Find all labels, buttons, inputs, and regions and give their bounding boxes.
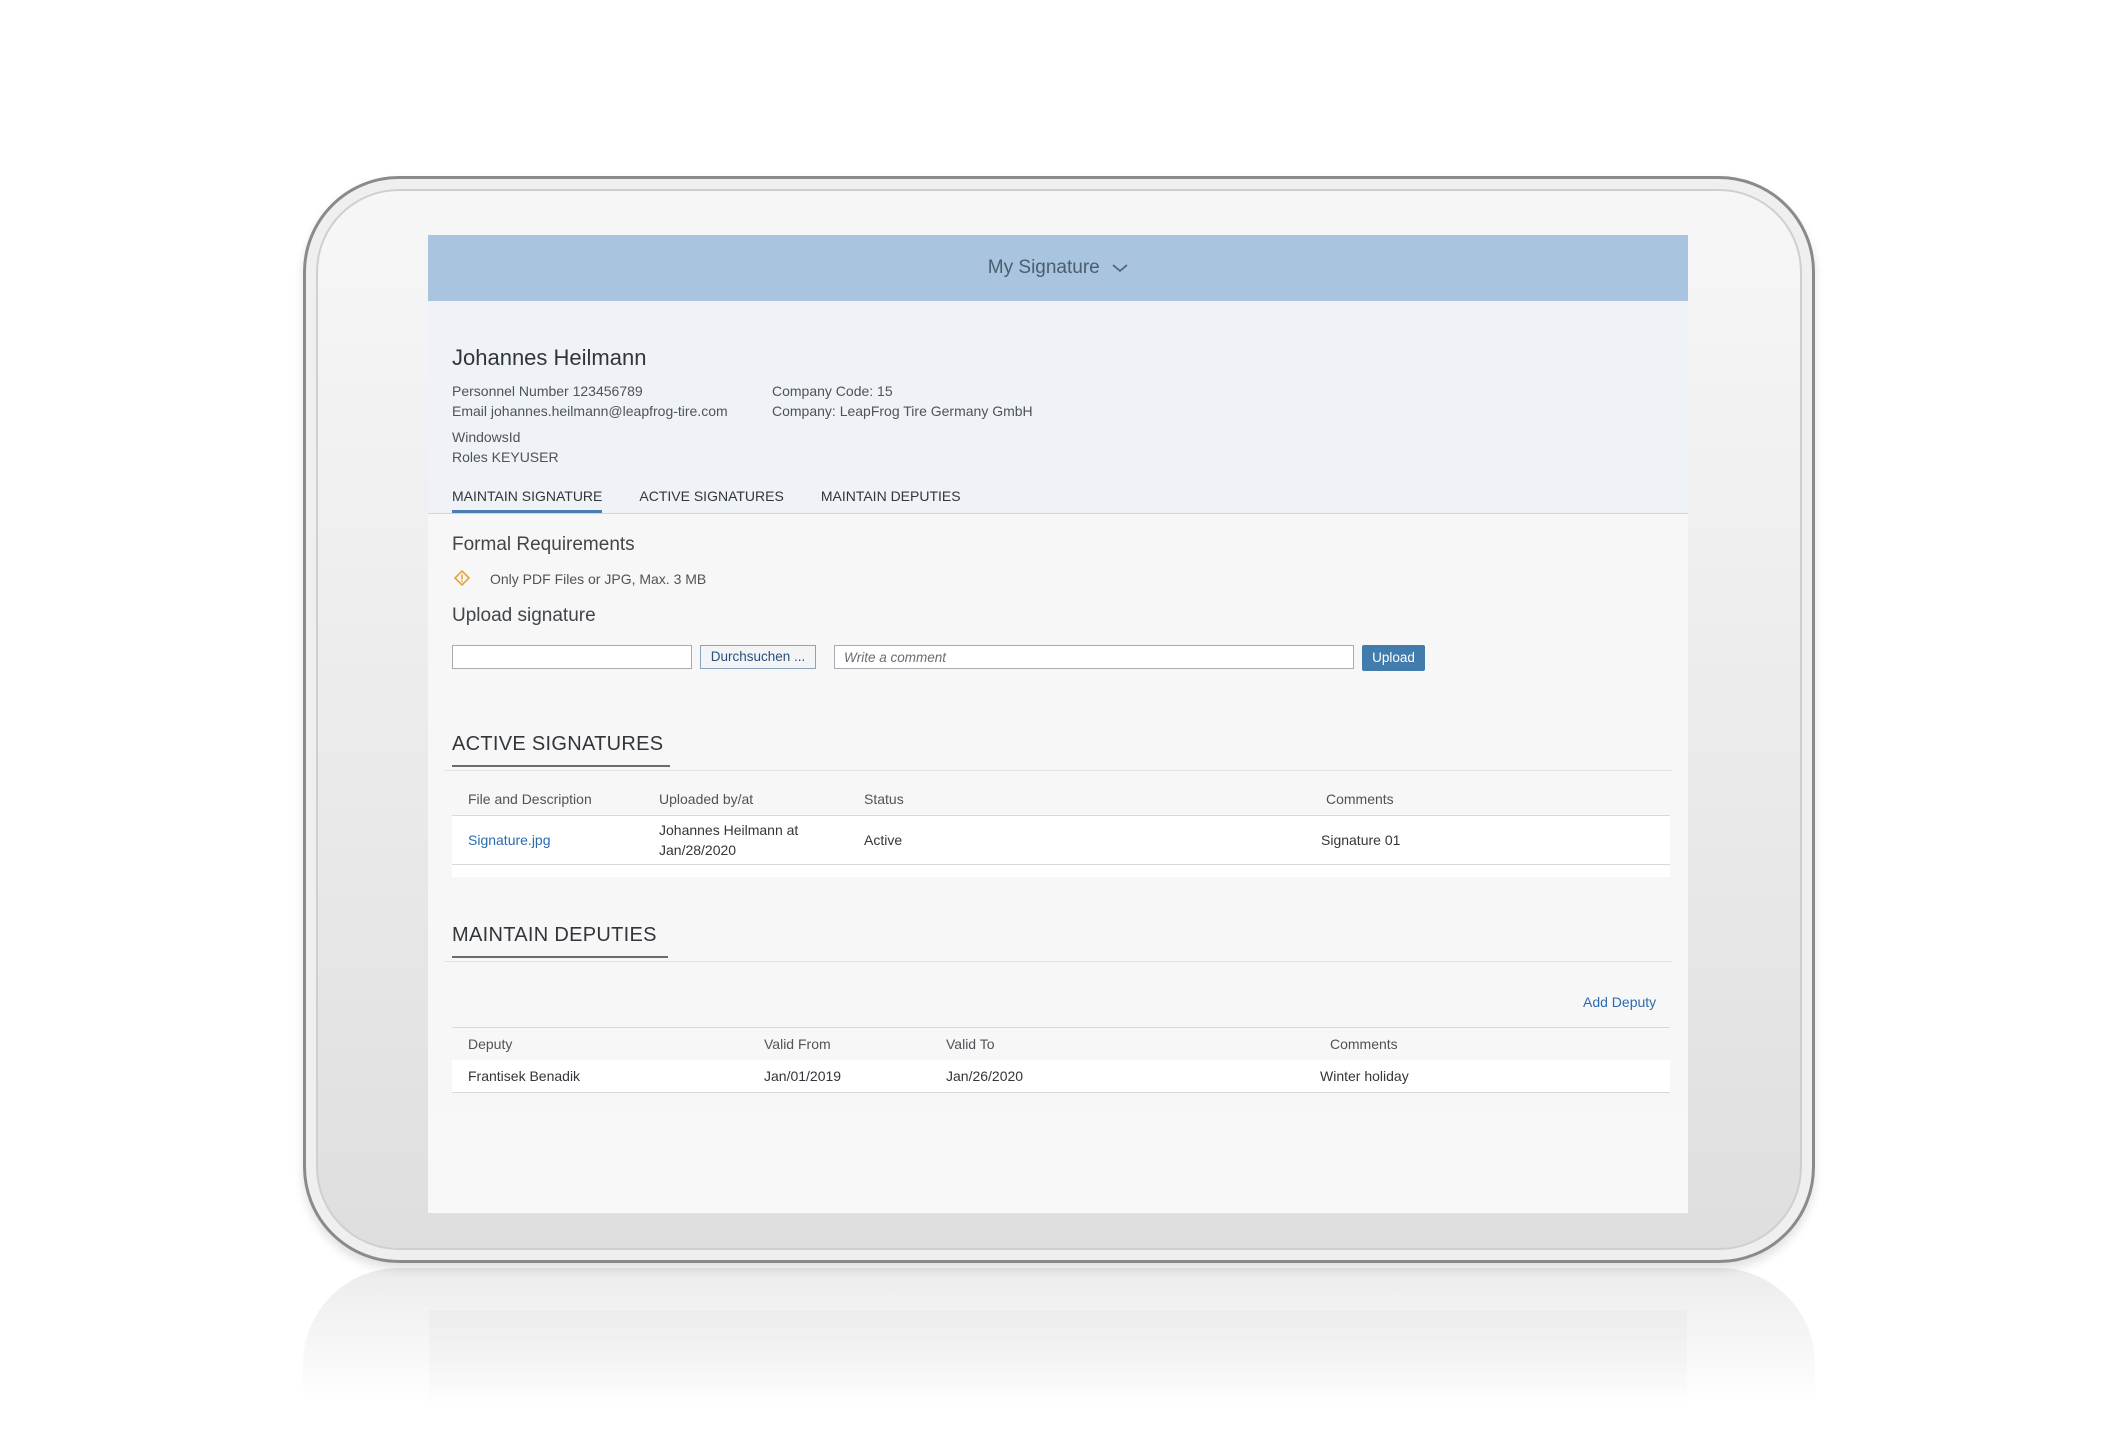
active-signatures-heading: ACTIVE SIGNATURES <box>452 733 670 767</box>
user-details-left: Personnel Number 123456789 Email johanne… <box>452 381 728 421</box>
uploaded-by: Johannes Heilmann at Jan/28/2020 <box>659 820 798 860</box>
user-email: Email johannes.heilmann@leapfrog-tire.co… <box>452 403 728 419</box>
upload-button[interactable]: Upload <box>1362 645 1425 671</box>
tab-maintain-signature[interactable]: MAINTAIN SIGNATURE <box>452 486 603 513</box>
comment-input[interactable] <box>834 645 1354 669</box>
tablet-reflection <box>303 1268 1815 1430</box>
tab-bar: MAINTAIN SIGNATURE ACTIVE SIGNATURES MAI… <box>452 486 998 513</box>
warning-icon <box>453 569 471 587</box>
column-header: Valid To <box>946 1036 995 1052</box>
column-header: Uploaded by/at <box>659 791 754 807</box>
chevron-down-icon <box>1112 260 1128 278</box>
section-divider <box>444 961 1672 962</box>
company-details: Company Code: 15 Company: LeapFrog Tire … <box>772 381 1033 421</box>
deputies-table: Deputy Valid From Valid To Comments Fran… <box>452 1027 1670 1093</box>
deputy-comment: Winter holiday <box>1320 1068 1409 1084</box>
section-divider <box>444 770 1672 771</box>
format-note: Only PDF Files or JPG, Max. 3 MB <box>490 571 707 587</box>
company-name: Company: LeapFrog Tire Germany GmbH <box>772 403 1033 419</box>
personnel-number: Personnel Number 123456789 <box>452 383 643 399</box>
active-signatures-table: File and Description Uploaded by/at Stat… <box>452 783 1670 877</box>
signature-file-link[interactable]: Signature.jpg <box>468 830 551 850</box>
tab-maintain-deputies[interactable]: MAINTAIN DEPUTIES <box>821 486 961 510</box>
deputy-name: Frantisek Benadik <box>468 1068 581 1084</box>
maintain-deputies-heading: MAINTAIN DEPUTIES <box>452 924 668 958</box>
browse-button[interactable]: Durchsuchen ... <box>700 645 816 669</box>
windows-id: WindowsId <box>452 429 521 445</box>
screen-reflection <box>429 1310 1687 1430</box>
app-title-menu[interactable]: My Signature <box>988 257 1128 279</box>
formal-requirements-title: Formal Requirements <box>452 534 635 555</box>
table-row: Frantisek Benadik Jan/01/2019 Jan/26/202… <box>452 1060 1670 1093</box>
shell-bar: My Signature <box>428 235 1688 301</box>
tab-active-signatures[interactable]: ACTIVE SIGNATURES <box>639 486 783 510</box>
app-screen: My Signature Johannes Heilmann Personnel… <box>428 235 1688 1213</box>
app-title: My Signature <box>987 257 1100 278</box>
column-header: Comments <box>1326 791 1394 807</box>
comment-text: Signature 01 <box>1321 832 1401 848</box>
table-header: Deputy Valid From Valid To Comments <box>452 1027 1670 1061</box>
table-header: File and Description Uploaded by/at Stat… <box>452 783 1670 816</box>
uploaded-by-name: Johannes Heilmann at <box>659 822 799 838</box>
user-name: Johannes Heilmann <box>452 345 647 370</box>
page-footer-space <box>428 1115 1688 1213</box>
column-header: Comments <box>1330 1036 1398 1052</box>
uploaded-at-date: Jan/28/2020 <box>659 842 737 858</box>
column-header: File and Description <box>468 791 592 807</box>
company-code: Company Code: 15 <box>772 383 893 399</box>
valid-from: Jan/01/2019 <box>764 1068 842 1084</box>
user-roles: Roles KEYUSER <box>452 449 559 465</box>
file-path-input[interactable] <box>452 645 692 669</box>
column-header: Valid From <box>764 1036 831 1052</box>
column-header: Status <box>864 791 904 807</box>
table-row: Signature.jpg Johannes Heilmann at Jan/2… <box>452 816 1670 865</box>
upload-signature-title: Upload signature <box>452 605 596 626</box>
add-deputy-link[interactable]: Add Deputy <box>1583 994 1656 1010</box>
column-header: Deputy <box>468 1036 513 1052</box>
valid-to: Jan/26/2020 <box>946 1068 1024 1084</box>
status-text: Active <box>864 832 903 848</box>
user-details-ids: WindowsId Roles KEYUSER <box>452 427 559 467</box>
